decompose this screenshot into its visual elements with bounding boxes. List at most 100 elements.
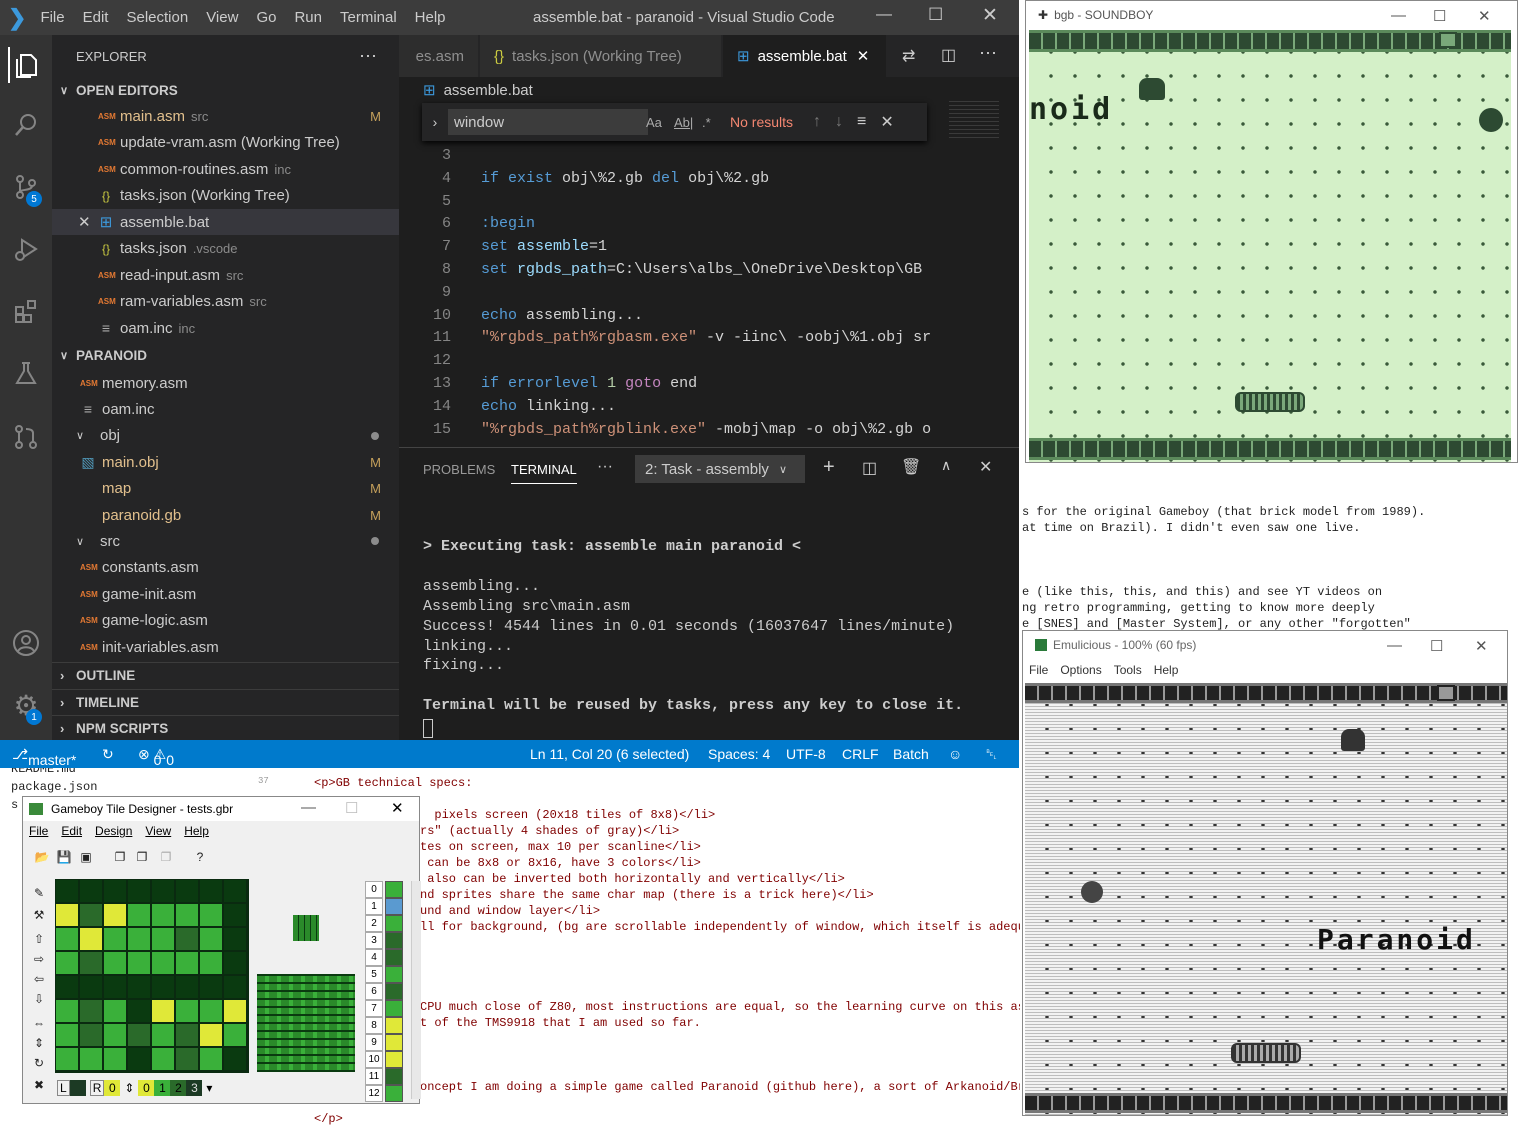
account-icon[interactable] [8,625,44,661]
maximize-panel-icon[interactable]: ∧ [941,457,951,474]
tree-item[interactable]: ∨ src [52,528,399,554]
tile-pixel[interactable] [175,1047,199,1071]
testing-icon[interactable] [8,355,44,391]
open-editor-item[interactable]: ASM update-vram.asm (Working Tree) [52,130,399,156]
previous-match-icon[interactable]: ↑ [813,113,821,131]
tile-number[interactable]: 4 [365,949,383,966]
settings-gear-icon[interactable]: ⚙ 1 [8,687,44,725]
tile-pixel[interactable] [223,1023,247,1047]
menu-run[interactable]: Run [294,9,322,26]
tile-pixel[interactable] [103,1023,127,1047]
tile-pixel[interactable] [55,927,79,951]
whole-word-icon[interactable]: Ab| [674,115,693,130]
flip-vertical-icon[interactable]: ⇕ [31,1035,47,1051]
maximize-button[interactable]: ☐ [345,799,358,817]
new-terminal-icon[interactable]: + [823,456,835,479]
tree-item[interactable]: ASM memory.asm [52,370,399,396]
gbtd-menu-edit[interactable]: Edit [61,824,82,838]
find-input[interactable]: window Aa Ab| .* [448,109,711,135]
right-color-swatch[interactable]: 0 [104,1080,121,1096]
trash-icon[interactable]: 🗑 [901,457,921,477]
tile-pixel[interactable] [223,927,247,951]
tile-pixel[interactable] [223,1047,247,1071]
tile-edit-grid[interactable] [55,879,249,1073]
close-tab-icon[interactable]: ✕ [857,47,870,65]
tile-pixel[interactable] [103,1047,127,1071]
tile-number[interactable]: 7 [365,1000,383,1017]
emu-menu-tools[interactable]: Tools [1114,663,1142,677]
tile-pixel[interactable] [199,951,223,975]
panel-more-icon[interactable]: ··· [597,458,613,476]
tree-item[interactable]: ASM constants.asm [52,555,399,581]
tile-pixel[interactable] [223,975,247,999]
minimize-button[interactable]: — [1391,7,1406,24]
tile-thumbnail[interactable] [385,966,403,983]
tile-number[interactable]: 3 [365,932,383,949]
tile-pixel[interactable] [103,927,127,951]
tile-pixel[interactable] [199,1023,223,1047]
tile-pixel[interactable] [55,903,79,927]
spinner-icon[interactable]: ⇕ [124,1081,134,1095]
tile-pixel[interactable] [199,879,223,903]
tile-thumbnail[interactable] [385,1000,403,1017]
menu-selection[interactable]: Selection [126,9,188,26]
tile-pixel[interactable] [175,927,199,951]
encoding[interactable]: UTF-8 [786,746,826,762]
palette-color-0[interactable]: 0 [138,1080,155,1096]
tree-item[interactable]: map M [52,476,399,502]
tile-thumbnail[interactable] [385,1085,403,1102]
tile-pixel[interactable] [175,999,199,1023]
left-color-swatch[interactable] [69,1080,86,1096]
palette-color-2[interactable]: 2 [170,1080,187,1096]
close-button[interactable]: ✕ [391,799,404,817]
emulicious-game-screen[interactable]: Paranoid [1025,683,1507,1115]
tile-pixel[interactable] [79,999,103,1023]
menu-edit[interactable]: Edit [83,9,109,26]
tile-pixel[interactable] [55,999,79,1023]
minimize-button[interactable]: — [876,6,892,24]
menu-help[interactable]: Help [415,9,446,26]
tile-pixel[interactable] [79,951,103,975]
tile-pixel[interactable] [175,879,199,903]
tile-number[interactable]: 12 [365,1085,383,1102]
more-actions-icon[interactable]: ⋯ [359,46,377,67]
tile-pixel[interactable] [103,975,127,999]
tile-pixel[interactable] [79,975,103,999]
open-editor-item[interactable]: ✕ ⊞ assemble.bat [52,209,399,235]
menu-terminal[interactable]: Terminal [340,9,397,26]
tile-pixel[interactable] [175,1023,199,1047]
open-editor-item[interactable]: {} tasks.json (Working Tree) [52,183,399,209]
open-editors-header[interactable]: ∨ OPEN EDITORS [52,77,399,103]
tree-item[interactable]: ▧ main.obj M [52,449,399,475]
tile-pixel[interactable] [127,1023,151,1047]
save-icon[interactable]: 💾 [55,848,73,866]
tile-number[interactable]: 10 [365,1051,383,1068]
tile-pixel[interactable] [55,975,79,999]
close-button[interactable]: ✕ [982,4,998,27]
tile-pixel[interactable] [199,975,223,999]
tile-pixel[interactable] [127,879,151,903]
tile-pixel[interactable] [55,951,79,975]
paranoid-header[interactable]: ∨ PARANOID [52,342,399,368]
tile-thumbnail[interactable] [385,1068,403,1085]
tile-thumbnail[interactable] [385,983,403,1000]
tile-pixel[interactable] [103,879,127,903]
tree-item[interactable]: ASM init-variables.asm [52,634,399,660]
tile-pixel[interactable] [223,903,247,927]
split-editor-icon[interactable]: ◫ [941,45,956,65]
open-editor-item[interactable]: ASM common-routines.asm inc [52,156,399,182]
tile-number[interactable]: 6 [365,983,383,1000]
tile-pixel[interactable] [127,927,151,951]
sync-icon[interactable]: ↻ [102,746,114,763]
undo-icon[interactable]: ❐ [157,848,175,866]
chevron-down-icon[interactable]: ▾ [206,1081,212,1095]
tile-pixel[interactable] [151,903,175,927]
tile-pixel[interactable] [103,951,127,975]
tile-thumbnail[interactable] [385,915,403,932]
tile-pixel[interactable] [55,1023,79,1047]
search-icon[interactable] [8,107,44,143]
tile-pixel[interactable] [151,975,175,999]
maximize-button[interactable]: ☐ [1433,7,1446,25]
emu-menu-options[interactable]: Options [1060,663,1101,677]
terminal-select[interactable]: 2: Task - assembly ∨ [635,455,805,483]
